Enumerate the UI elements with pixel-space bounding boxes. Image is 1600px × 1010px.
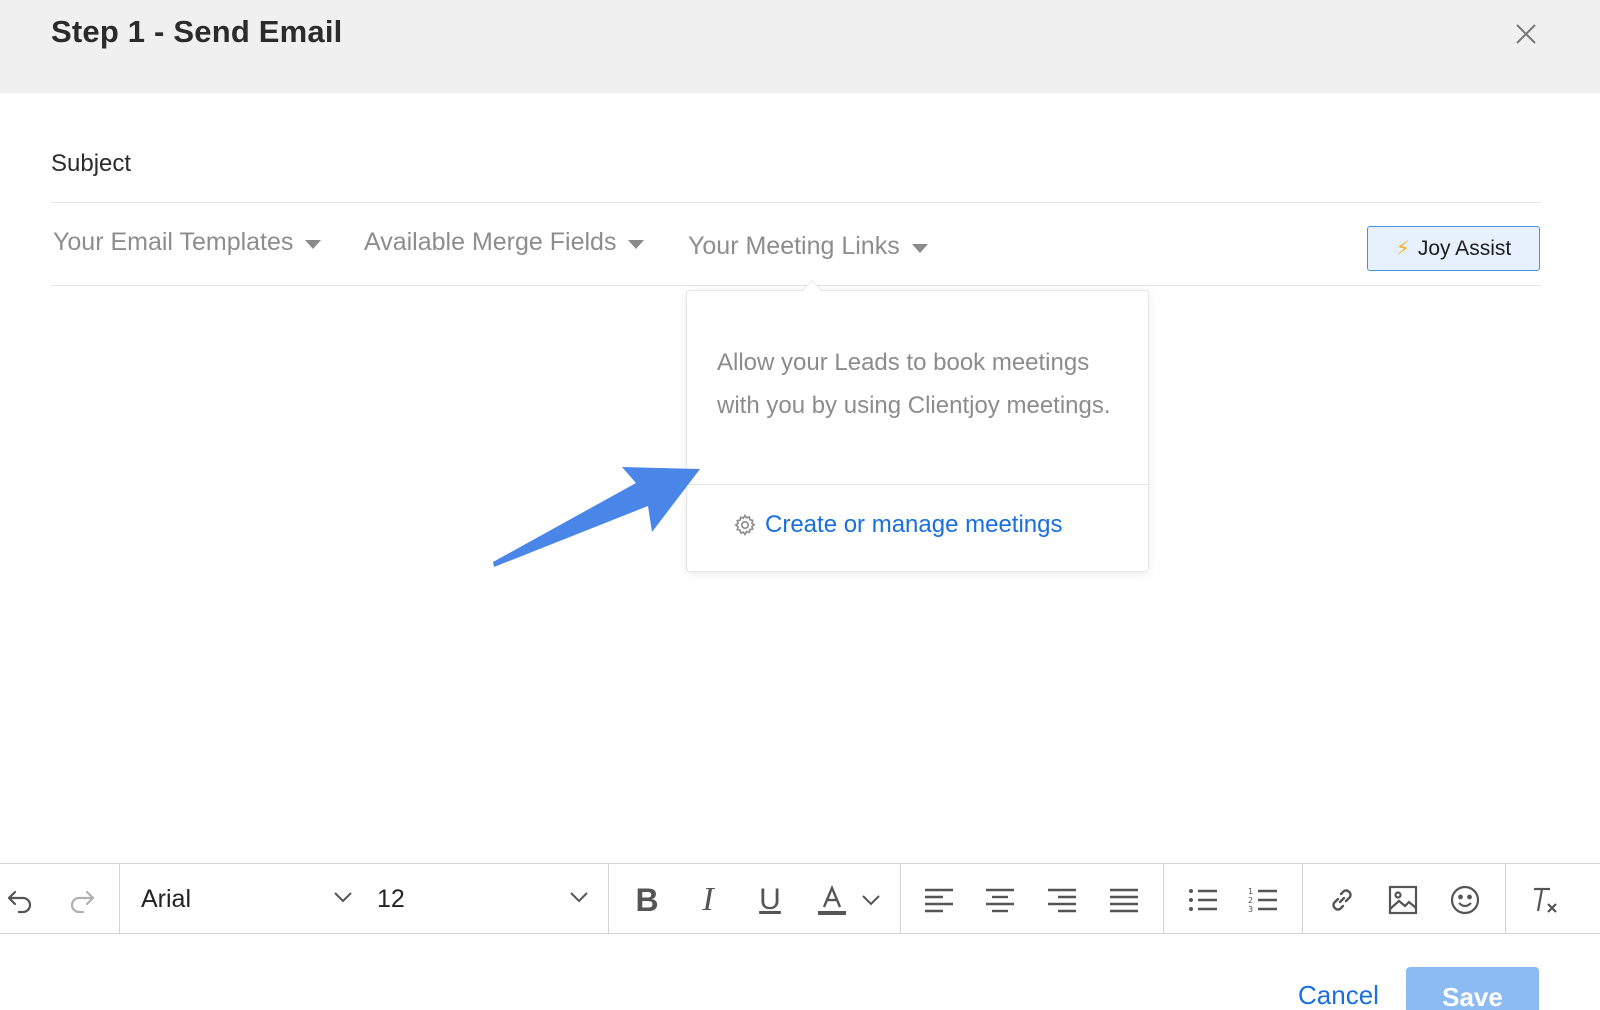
align-left-icon[interactable] bbox=[919, 880, 959, 920]
chevron-down-icon bbox=[334, 892, 352, 903]
popover-description: Allow your Leads to book meetings with y… bbox=[717, 349, 1111, 419]
image-icon[interactable] bbox=[1383, 880, 1423, 920]
cancel-button[interactable]: Cancel bbox=[1298, 980, 1379, 1010]
save-button[interactable]: Save bbox=[1406, 967, 1539, 1010]
font-family-value: Arial bbox=[141, 884, 192, 913]
email-templates-label: Your Email Templates bbox=[53, 228, 294, 256]
merge-fields-label: Available Merge Fields bbox=[364, 228, 617, 256]
link-icon[interactable] bbox=[1322, 880, 1362, 920]
joy-assist-label: Joy Assist bbox=[1417, 236, 1512, 260]
caret-down-icon bbox=[628, 239, 645, 249]
divider bbox=[51, 202, 1541, 203]
editor-toolbar: Arial 12 B I U 1 2 3 bbox=[0, 863, 1600, 934]
meeting-links-popover: Allow your Leads to book meetings with y… bbox=[686, 280, 1149, 572]
gear-icon bbox=[733, 513, 757, 537]
svg-text:1: 1 bbox=[1248, 887, 1253, 896]
underline-icon[interactable]: U bbox=[750, 880, 790, 920]
font-color-dropdown-icon[interactable] bbox=[858, 880, 884, 920]
svg-text:3: 3 bbox=[1248, 905, 1253, 914]
bold-icon[interactable]: B bbox=[627, 880, 667, 920]
close-icon bbox=[1516, 24, 1536, 44]
meeting-links-dropdown[interactable]: Your Meeting Links bbox=[688, 232, 928, 261]
meeting-links-label: Your Meeting Links bbox=[688, 232, 900, 260]
align-right-icon[interactable] bbox=[1042, 880, 1082, 920]
merge-fields-dropdown[interactable]: Available Merge Fields bbox=[364, 228, 645, 257]
bulleted-list-icon[interactable] bbox=[1183, 880, 1223, 920]
joy-assist-button[interactable]: ⚡ Joy Assist bbox=[1367, 226, 1540, 271]
caret-down-icon bbox=[911, 243, 928, 253]
email-templates-dropdown[interactable]: Your Email Templates bbox=[53, 228, 322, 257]
divider bbox=[687, 484, 1148, 485]
chevron-down-icon bbox=[570, 892, 588, 903]
redo-icon[interactable] bbox=[62, 880, 102, 920]
divider bbox=[51, 285, 1541, 286]
undo-icon[interactable] bbox=[0, 880, 40, 920]
font-color-icon[interactable] bbox=[812, 880, 852, 920]
lightning-icon: ⚡ bbox=[1395, 238, 1410, 260]
caret-down-icon bbox=[305, 239, 322, 249]
popover-notch bbox=[802, 280, 822, 300]
align-center-icon[interactable] bbox=[980, 880, 1020, 920]
svg-text:2: 2 bbox=[1248, 896, 1253, 905]
subject-field[interactable]: Subject bbox=[51, 150, 131, 178]
italic-icon[interactable]: I bbox=[688, 880, 728, 920]
close-button[interactable] bbox=[1510, 18, 1542, 50]
font-family-select[interactable]: Arial bbox=[141, 878, 353, 920]
create-manage-meetings-label: Create or manage meetings bbox=[765, 511, 1063, 538]
dialog-title: Step 1 - Send Email bbox=[51, 14, 343, 49]
align-justify-icon[interactable] bbox=[1104, 880, 1144, 920]
font-size-select[interactable]: 12 bbox=[377, 878, 589, 920]
font-size-value: 12 bbox=[377, 884, 405, 913]
create-manage-meetings-link[interactable]: Create or manage meetings bbox=[733, 511, 1063, 539]
emoji-icon[interactable] bbox=[1445, 880, 1485, 920]
clear-formatting-icon[interactable] bbox=[1525, 880, 1565, 920]
dialog-header: Step 1 - Send Email bbox=[0, 0, 1600, 93]
numbered-list-icon[interactable]: 1 2 3 bbox=[1243, 880, 1283, 920]
